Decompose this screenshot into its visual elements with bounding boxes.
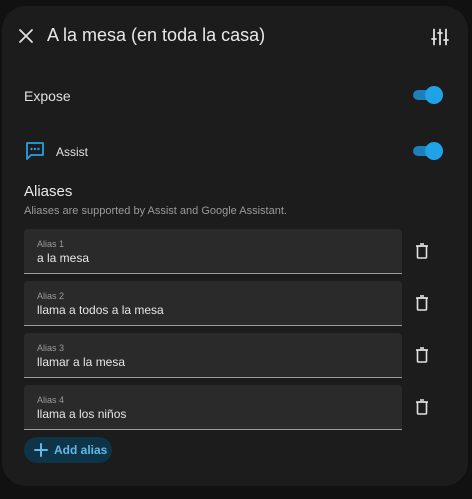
alias-field-4[interactable]: Alias 4 llama a los niños: [24, 385, 402, 430]
alias-field-label: Alias 3: [37, 343, 65, 353]
delete-alias-1-button[interactable]: [411, 240, 433, 262]
dialog-header: A la mesa (en toda la casa): [2, 6, 468, 66]
alias-field-1[interactable]: Alias 1 a la mesa: [24, 229, 402, 274]
aliases-subtitle: Aliases are supported by Assist and Goog…: [24, 205, 287, 217]
trash-icon: [416, 347, 428, 363]
alias-field-value: a la mesa: [37, 251, 90, 265]
expose-label: Expose: [24, 88, 71, 104]
assist-toggle-thumb: [425, 142, 443, 160]
entity-settings-dialog: A la mesa (en toda la casa) Expose Assis…: [2, 6, 468, 486]
advanced-settings-button[interactable]: [428, 25, 452, 49]
delete-alias-2-button[interactable]: [411, 292, 433, 314]
alias-field-value: llamar a la mesa: [37, 355, 126, 369]
aliases-title: Aliases: [24, 183, 73, 200]
assist-toggle[interactable]: [411, 142, 443, 160]
alias-field-3[interactable]: Alias 3 llamar a la mesa: [24, 333, 402, 378]
plus-icon: [34, 443, 48, 457]
dialog-title: A la mesa (en toda la casa): [47, 25, 266, 45]
alias-field-label: Alias 4: [37, 395, 65, 405]
add-alias-label: Add alias: [54, 443, 108, 457]
expose-toggle[interactable]: [411, 86, 443, 104]
trash-icon: [416, 243, 428, 259]
alias-field-value: llama a los niños: [37, 407, 127, 421]
delete-alias-4-button[interactable]: [411, 396, 433, 418]
assist-label: Assist: [56, 145, 89, 159]
alias-field-value: llama a todos a la mesa: [37, 303, 164, 317]
tune-sliders-icon: [431, 28, 449, 46]
close-button[interactable]: [14, 24, 38, 48]
alias-field-label: Alias 1: [37, 239, 65, 249]
close-icon: [19, 29, 33, 43]
alias-field-2[interactable]: Alias 2 llama a todos a la mesa: [24, 281, 402, 326]
delete-alias-3-button[interactable]: [411, 344, 433, 366]
trash-icon: [416, 295, 428, 311]
add-alias-button[interactable]: Add alias: [24, 437, 112, 463]
message-processing-icon: [26, 142, 44, 160]
alias-field-label: Alias 2: [37, 291, 65, 301]
expose-toggle-thumb: [425, 86, 443, 104]
trash-icon: [416, 399, 428, 415]
